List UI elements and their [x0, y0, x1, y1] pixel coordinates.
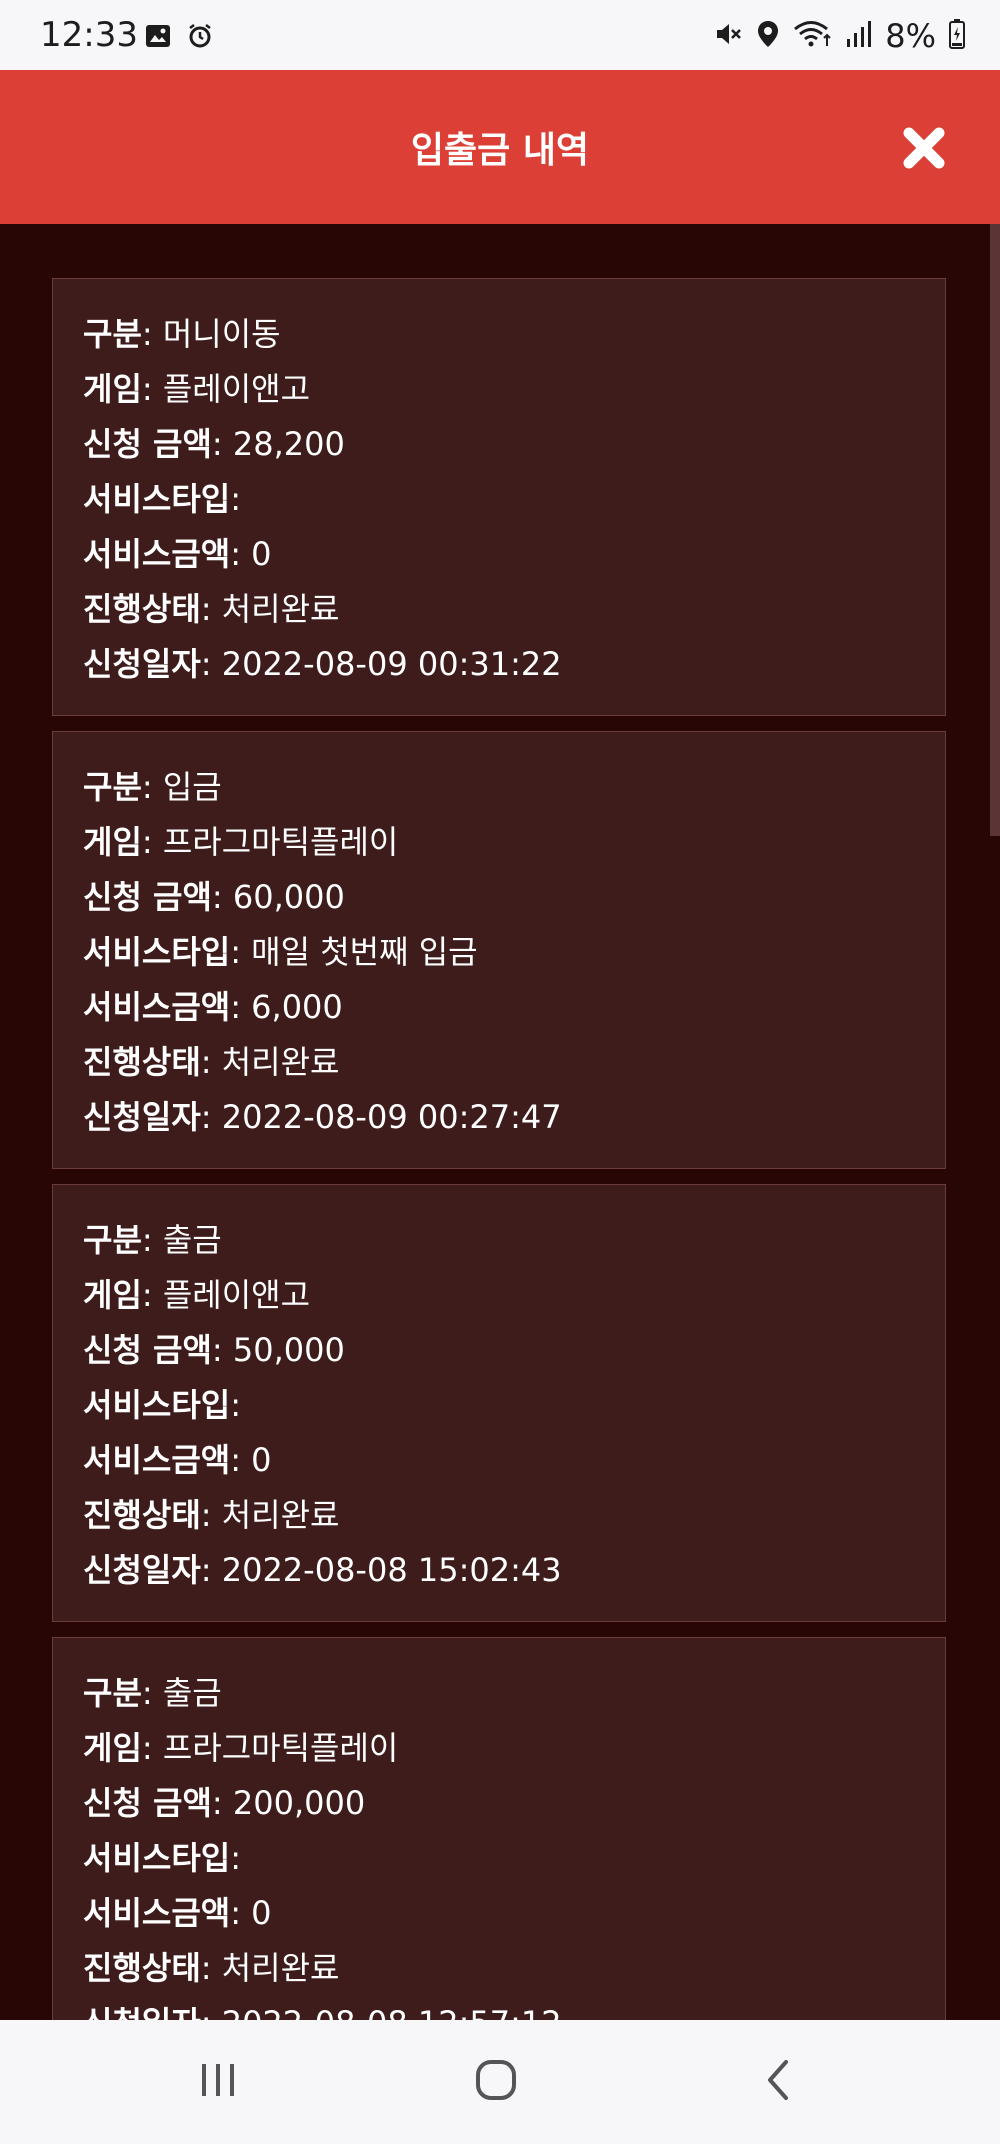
date-value: 2022-08-08 12:57:12 [222, 2004, 562, 2020]
mute-icon [713, 19, 743, 53]
alarm-icon [186, 22, 214, 54]
transaction-card: 구분: 머니이동 게임: 플레이앤고 신청 금액: 28,200 서비스타입: … [52, 278, 946, 716]
date-label: 신청일자 [83, 1098, 201, 1136]
battery-icon [948, 18, 966, 54]
game-label: 게임 [83, 370, 142, 408]
amount-label: 신청 금액 [83, 425, 212, 463]
type-value: 머니이동 [162, 315, 281, 353]
service-type-label: 서비스타입 [83, 480, 231, 518]
app-header: 입출금 내역 [0, 70, 1000, 224]
service-amount-label: 서비스금액 [83, 988, 231, 1026]
status-value: 처리완료 [221, 590, 340, 628]
game-label: 게임 [83, 823, 142, 861]
service-amount-value: 0 [251, 1894, 272, 1932]
game-value: 프라그마틱플레이 [162, 823, 399, 861]
service-amount-label: 서비스금액 [83, 535, 231, 573]
game-label: 게임 [83, 1729, 142, 1767]
transaction-card: 구분: 출금 게임: 플레이앤고 신청 금액: 50,000 서비스타입: 서비… [52, 1184, 946, 1622]
page-title: 입출금 내역 [410, 130, 590, 171]
date-label: 신청일자 [83, 1551, 201, 1589]
status-label: 진행상태 [83, 1043, 201, 1081]
transaction-list-scroll[interactable]: 구분: 머니이동 게임: 플레이앤고 신청 금액: 28,200 서비스타입: … [0, 224, 1000, 2020]
service-type-label: 서비스타입 [83, 1386, 231, 1424]
game-value: 프라그마틱플레이 [162, 1729, 399, 1767]
type-value: 출금 [162, 1674, 222, 1712]
service-type-label: 서비스타입 [83, 1839, 231, 1877]
date-value: 2022-08-08 15:02:43 [221, 1551, 562, 1589]
amount-label: 신청 금액 [83, 878, 212, 916]
transaction-list: 구분: 머니이동 게임: 플레이앤고 신청 금액: 28,200 서비스타입: … [52, 278, 948, 2020]
service-type-label: 서비스타입 [83, 933, 231, 971]
type-label: 구분 [83, 315, 142, 353]
date-label: 신청일자 [83, 2004, 201, 2020]
close-button[interactable] [894, 120, 954, 180]
home-icon [472, 2056, 520, 2108]
recent-apps-icon [196, 2060, 240, 2104]
type-label: 구분 [83, 768, 142, 806]
location-icon [755, 19, 781, 53]
amount-label: 신청 금액 [83, 1784, 212, 1822]
amount-value: 60,000 [232, 878, 345, 916]
service-amount-value: 0 [251, 1441, 272, 1479]
close-icon [901, 125, 947, 175]
wifi-icon [793, 19, 833, 53]
date-label: 신청일자 [83, 645, 201, 683]
amount-value: 28,200 [232, 425, 345, 463]
status-value: 처리완료 [221, 1949, 340, 1987]
status-value: 처리완료 [221, 1043, 340, 1081]
game-label: 게임 [83, 1276, 142, 1314]
date-value: 2022-08-09 00:27:47 [221, 1098, 562, 1136]
battery-percent: 8% [885, 17, 936, 55]
amount-value: 200,000 [232, 1784, 366, 1822]
status-time: 12:33 [40, 15, 138, 55]
amount-value: 50,000 [232, 1331, 345, 1369]
gallery-icon [144, 22, 172, 54]
game-value: 플레이앤고 [162, 1276, 311, 1314]
service-type-value: 매일 첫번째 입금 [251, 933, 478, 971]
home-button[interactable] [456, 2050, 536, 2114]
service-amount-value: 6,000 [251, 988, 343, 1026]
service-amount-value: 0 [251, 535, 272, 573]
type-label: 구분 [83, 1221, 142, 1259]
date-value: 2022-08-09 00:31:22 [221, 645, 562, 683]
type-value: 출금 [162, 1221, 222, 1259]
status-bar: 12:33 8% [0, 0, 1000, 70]
amount-label: 신청 금액 [83, 1331, 212, 1369]
transaction-card: 구분: 입금 게임: 프라그마틱플레이 신청 금액: 60,000 서비스타입:… [52, 731, 946, 1169]
scrollbar-thumb[interactable] [990, 224, 1000, 836]
game-value: 플레이앤고 [162, 370, 311, 408]
type-label: 구분 [83, 1674, 142, 1712]
service-amount-label: 서비스금액 [83, 1894, 231, 1932]
status-label: 진행상태 [83, 590, 201, 628]
service-amount-label: 서비스금액 [83, 1441, 231, 1479]
status-label: 진행상태 [83, 1496, 201, 1534]
type-value: 입금 [162, 768, 222, 806]
status-label: 진행상태 [83, 1949, 201, 1987]
status-value: 처리완료 [221, 1496, 340, 1534]
back-button[interactable] [738, 2050, 818, 2114]
back-icon [762, 2058, 794, 2106]
transaction-card: 구분: 출금 게임: 프라그마틱플레이 신청 금액: 200,000 서비스타입… [52, 1637, 946, 2020]
signal-icon [845, 19, 873, 53]
recent-apps-button[interactable] [178, 2050, 258, 2114]
system-nav-bar [0, 2020, 1000, 2144]
